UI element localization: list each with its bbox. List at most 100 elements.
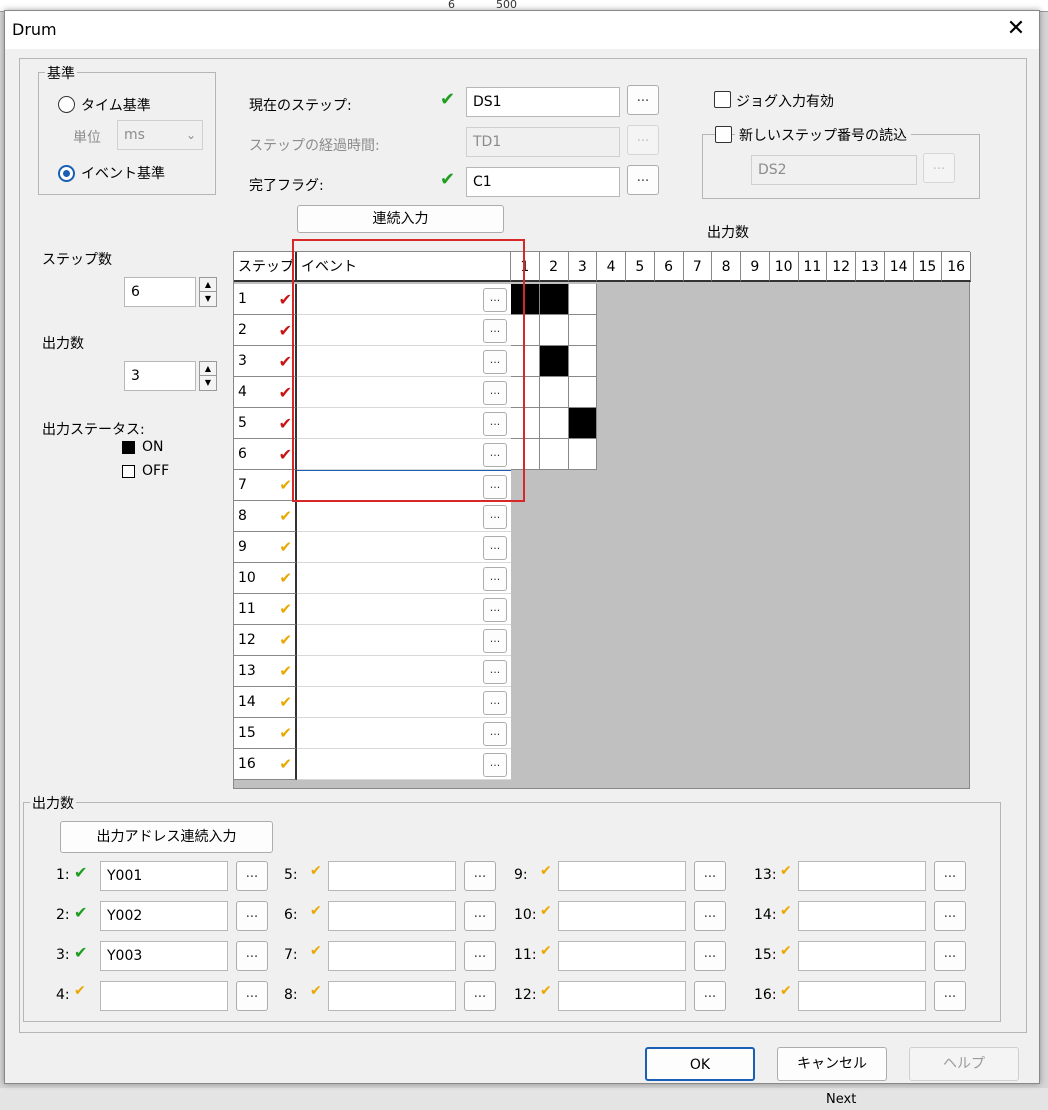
output-address-input[interactable]: [328, 941, 456, 971]
output-grid-cell[interactable]: [568, 408, 598, 439]
output-grid-cell[interactable]: [511, 408, 540, 439]
output-grid-cell[interactable]: [511, 346, 540, 377]
output-address-browse-button[interactable]: ...: [934, 861, 966, 891]
output-address-browse-button[interactable]: ...: [934, 981, 966, 1011]
event-browse-button[interactable]: ...: [483, 567, 507, 591]
output-address-browse-button[interactable]: ...: [694, 901, 726, 931]
output-address-input[interactable]: [100, 981, 228, 1011]
event-browse-button[interactable]: ...: [483, 536, 507, 560]
done-flag-browse-button[interactable]: ...: [627, 165, 659, 195]
event-input[interactable]: ...: [297, 594, 511, 625]
new-step-browse-button[interactable]: ...: [923, 153, 955, 183]
event-input[interactable]: ...: [297, 501, 511, 532]
spin-up-icon[interactable]: ▲: [200, 278, 216, 292]
output-address-browse-button[interactable]: ...: [694, 981, 726, 1011]
event-basis-radio[interactable]: [58, 165, 75, 182]
output-grid-cell[interactable]: [568, 439, 598, 470]
output-address-input[interactable]: Y003: [100, 941, 228, 971]
output-grid-cell[interactable]: [539, 315, 569, 346]
step-cell[interactable]: 4 ✔: [234, 377, 297, 408]
close-icon[interactable]: ✕: [1001, 14, 1031, 44]
output-address-input[interactable]: Y002: [100, 901, 228, 931]
output-grid-cell[interactable]: [539, 346, 569, 377]
output-count-input[interactable]: 3: [124, 361, 196, 391]
time-basis-radio[interactable]: [58, 96, 75, 113]
event-browse-button[interactable]: ...: [483, 475, 507, 499]
event-browse-button[interactable]: ...: [483, 288, 507, 312]
step-cell[interactable]: 2 ✔: [234, 315, 297, 346]
continuous-input-button[interactable]: 連続入力: [297, 205, 504, 233]
step-cell[interactable]: 14 ✔: [234, 687, 297, 718]
event-browse-button[interactable]: ...: [483, 660, 507, 684]
event-browse-button[interactable]: ...: [483, 412, 507, 436]
output-address-browse-button[interactable]: ...: [236, 861, 268, 891]
step-count-input[interactable]: 6: [124, 277, 196, 307]
event-input[interactable]: ...: [297, 408, 511, 439]
output-address-input[interactable]: [328, 901, 456, 931]
step-cell[interactable]: 1 ✔: [234, 284, 297, 315]
event-input[interactable]: ...: [297, 532, 511, 563]
output-address-input[interactable]: [558, 901, 686, 931]
step-cell[interactable]: 7 ✔: [234, 470, 297, 501]
event-input[interactable]: ...: [297, 656, 511, 687]
step-cell[interactable]: 8 ✔: [234, 501, 297, 532]
output-address-browse-button[interactable]: ...: [694, 861, 726, 891]
output-grid-cell[interactable]: [511, 284, 540, 315]
event-browse-button[interactable]: ...: [483, 753, 507, 777]
spin-down-icon[interactable]: ▼: [200, 376, 216, 390]
output-address-input[interactable]: [558, 981, 686, 1011]
output-count-spinner[interactable]: ▲ ▼: [199, 361, 217, 391]
event-input[interactable]: ...: [297, 377, 511, 408]
output-address-input[interactable]: [798, 941, 926, 971]
output-grid-cell[interactable]: [539, 408, 569, 439]
event-input[interactable]: ...: [297, 439, 511, 470]
ok-button[interactable]: OK: [645, 1047, 755, 1081]
output-address-browse-button[interactable]: ...: [236, 941, 268, 971]
output-grid-cell[interactable]: [539, 377, 569, 408]
step-cell[interactable]: 6 ✔: [234, 439, 297, 470]
event-input[interactable]: ...: [297, 563, 511, 594]
event-input[interactable]: ...: [297, 625, 511, 656]
output-address-input[interactable]: [558, 861, 686, 891]
output-grid-cell[interactable]: [511, 377, 540, 408]
current-step-input[interactable]: DS1: [466, 87, 620, 117]
output-grid-cell[interactable]: [568, 346, 598, 377]
output-address-input[interactable]: Y001: [100, 861, 228, 891]
output-address-input[interactable]: [798, 981, 926, 1011]
step-cell[interactable]: 16 ✔: [234, 749, 297, 780]
output-address-browse-button[interactable]: ...: [934, 941, 966, 971]
event-input[interactable]: ...: [297, 284, 511, 315]
cancel-button[interactable]: キャンセル: [777, 1047, 887, 1081]
output-address-browse-button[interactable]: ...: [236, 981, 268, 1011]
step-cell[interactable]: 11 ✔: [234, 594, 297, 625]
done-flag-input[interactable]: C1: [466, 167, 620, 197]
step-cell[interactable]: 13 ✔: [234, 656, 297, 687]
event-input[interactable]: ...: [297, 687, 511, 718]
spin-down-icon[interactable]: ▼: [200, 292, 216, 306]
output-address-input[interactable]: [558, 941, 686, 971]
step-count-spinner[interactable]: ▲ ▼: [199, 277, 217, 307]
step-cell[interactable]: 12 ✔: [234, 625, 297, 656]
output-grid-cell[interactable]: [568, 377, 598, 408]
step-cell[interactable]: 5 ✔: [234, 408, 297, 439]
event-browse-button[interactable]: ...: [483, 629, 507, 653]
step-cell[interactable]: 9 ✔: [234, 532, 297, 563]
step-cell[interactable]: 3 ✔: [234, 346, 297, 377]
output-address-input[interactable]: [328, 861, 456, 891]
current-step-browse-button[interactable]: ...: [627, 85, 659, 115]
jog-enable-checkbox[interactable]: [714, 91, 731, 108]
event-browse-button[interactable]: ...: [483, 691, 507, 715]
event-browse-button[interactable]: ...: [483, 505, 507, 529]
event-browse-button[interactable]: ...: [483, 381, 507, 405]
event-browse-button[interactable]: ...: [483, 319, 507, 343]
event-browse-button[interactable]: ...: [483, 350, 507, 374]
step-cell[interactable]: 10 ✔: [234, 563, 297, 594]
event-browse-button[interactable]: ...: [483, 598, 507, 622]
output-grid-cell[interactable]: [539, 284, 569, 315]
output-grid-cell[interactable]: [568, 284, 598, 315]
output-address-browse-button[interactable]: ...: [464, 941, 496, 971]
output-address-input[interactable]: [328, 981, 456, 1011]
output-grid-cell[interactable]: [539, 439, 569, 470]
elapsed-time-input[interactable]: TD1: [466, 127, 620, 157]
output-address-input[interactable]: [798, 901, 926, 931]
